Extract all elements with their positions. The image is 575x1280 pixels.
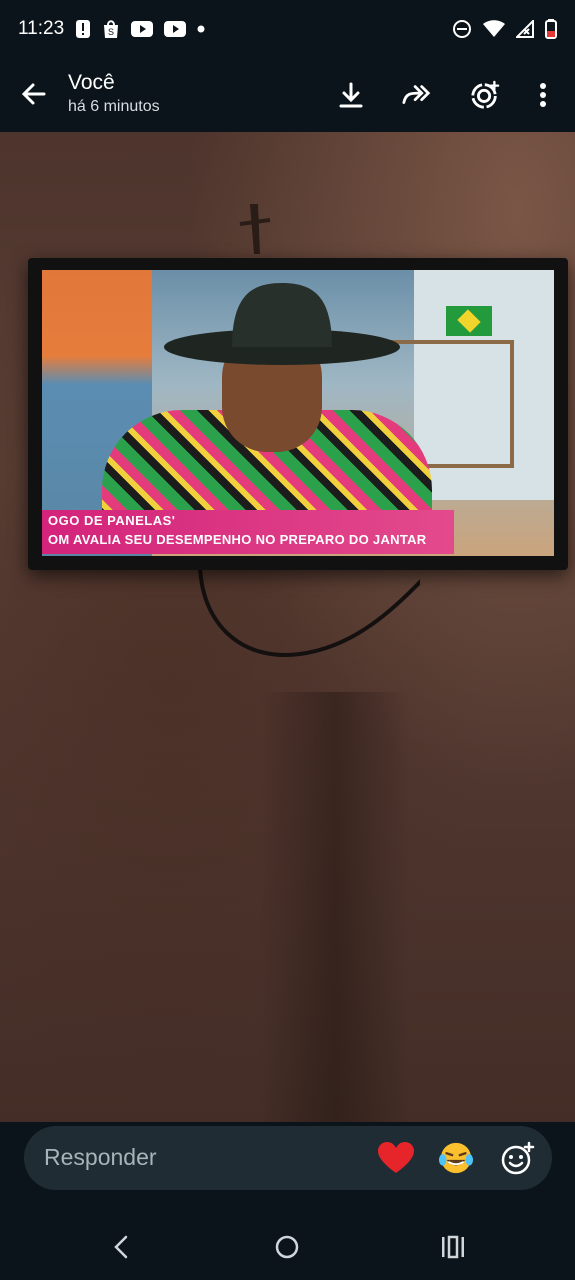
tv-banner-line2: OM AVALIA SEU DESEMPENHO NO PREPARO DO J… — [48, 532, 427, 547]
status-bar: 11:23 S — [0, 0, 575, 58]
back-button[interactable] — [20, 80, 48, 108]
status-photo[interactable]: OGO DE PANELAS' OM AVALIA SEU DESEMPENHO… — [0, 132, 575, 1122]
system-nav-bar — [0, 1214, 575, 1280]
add-emoji-icon — [501, 1141, 535, 1175]
more-vert-icon — [540, 83, 546, 107]
nav-home-icon — [275, 1235, 299, 1259]
nav-recents-icon — [442, 1235, 464, 1259]
tv-banner-line1: OGO DE PANELAS' — [48, 513, 176, 528]
tv-banner: OGO DE PANELAS' OM AVALIA SEU DESEMPENHO… — [42, 510, 454, 554]
reply-input[interactable]: Responder — [44, 1144, 157, 1171]
nav-recents-button[interactable] — [438, 1232, 468, 1262]
brazil-flag — [446, 306, 492, 336]
wall-shadow — [260, 692, 410, 1122]
dot-icon — [197, 25, 205, 33]
react-joy-button[interactable] — [438, 1140, 474, 1176]
timestamp: há 6 minutos — [68, 98, 160, 115]
dnd-icon — [452, 19, 472, 39]
sender-info[interactable]: Você há 6 minutos — [68, 70, 160, 118]
add-status-button[interactable] — [470, 80, 500, 110]
nav-home-button[interactable] — [272, 1232, 302, 1262]
nav-back-icon — [114, 1235, 128, 1259]
reply-bar: Responder — [24, 1126, 552, 1190]
add-reaction-button[interactable] — [500, 1140, 536, 1176]
status-add-icon — [471, 80, 500, 109]
status-time: 11:23 — [18, 18, 65, 39]
battery-icon — [545, 19, 557, 39]
forward-icon — [402, 85, 431, 104]
svg-text:S: S — [108, 27, 114, 37]
youtube-icon — [131, 21, 154, 37]
signal-icon — [516, 20, 534, 38]
television: OGO DE PANELAS' OM AVALIA SEU DESEMPENHO… — [28, 258, 568, 570]
alert-icon — [75, 19, 91, 39]
arrow-back-icon — [21, 83, 46, 105]
react-heart-button[interactable] — [378, 1140, 414, 1176]
tv-screen: OGO DE PANELAS' OM AVALIA SEU DESEMPENHO… — [42, 270, 554, 556]
youtube-icon — [164, 21, 187, 37]
wifi-icon — [483, 20, 505, 38]
viewer-header: Você há 6 minutos — [0, 58, 575, 130]
sender-name: Você — [68, 71, 115, 94]
heart-icon — [378, 1142, 414, 1173]
download-button[interactable] — [336, 80, 366, 110]
more-options-button[interactable] — [528, 80, 558, 110]
shopee-icon: S — [102, 19, 120, 39]
person-hat — [164, 283, 400, 365]
joy-emoji-icon — [438, 1142, 474, 1174]
nav-back-button[interactable] — [106, 1232, 136, 1262]
tv-cable — [198, 562, 420, 657]
download-icon — [339, 82, 363, 108]
wall-hook — [239, 204, 271, 254]
forward-button[interactable] — [402, 80, 432, 110]
